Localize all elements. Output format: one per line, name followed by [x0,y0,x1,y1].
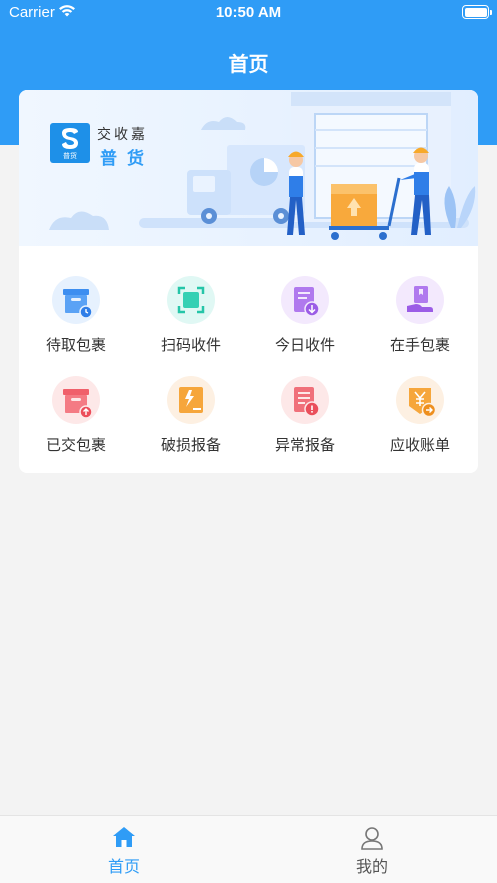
page-title: 首页 [228,52,269,76]
grid-item-today-received[interactable]: 今日收件 [248,246,362,354]
tab-label-mine: 我的 [355,857,388,876]
grid-label: 已交包裹 [45,436,106,454]
tab-home[interactable]: 首页 [0,816,248,883]
status-bar: Carrier 10:50 AM [0,0,497,26]
tab-mine[interactable]: 我的 [248,816,496,883]
banner: 普货 交收嘉 普货 [19,90,478,246]
function-grid: 待取包裹 扫码收件 今日收件 在手包裹 已交包裹 破损报备 异常报备 应收账单 [19,246,478,473]
tab-bar: 首页 我的 [0,815,497,883]
broken-box-icon [167,376,215,424]
package-clock-icon [52,276,100,324]
home-icon [112,826,136,852]
battery-icon [462,5,492,19]
grid-item-damage-report[interactable]: 破损报备 [134,346,248,454]
grid-item-scan-receive[interactable]: 扫码收件 [134,246,248,354]
brand-category: 普货 [100,149,154,169]
grid-label: 破损报备 [160,436,221,454]
user-icon [360,826,384,854]
logo-subtext: 普货 [63,152,77,160]
grid-item-pending-pickup[interactable]: 待取包裹 [19,246,133,354]
delivery-illustration [49,92,476,240]
grid-label: 应收账单 [389,436,450,454]
grid-item-exception-report[interactable]: 异常报备 [248,346,362,454]
document-alert-icon [281,376,329,424]
grid-item-receivable-bill[interactable]: 应收账单 [363,346,477,454]
hand-package-icon [396,276,444,324]
grid-label: 异常报备 [274,436,335,454]
package-upload-icon [52,376,100,424]
grid-item-delivered[interactable]: 已交包裹 [19,346,133,454]
grid-item-in-hand[interactable]: 在手包裹 [363,246,477,354]
document-download-icon [281,276,329,324]
yen-bill-icon [396,376,444,424]
brand-name: 交收嘉 [97,127,148,143]
home-card: 普货 交收嘉 普货 待取包裹 扫码收件 今日收件 在手包裹 已交包裹 破损报备 … [19,90,478,473]
status-time: 10:50 AM [215,4,282,21]
scan-icon [167,276,215,324]
tab-label-home: 首页 [107,857,140,876]
brand-logo: 普货 [50,123,90,163]
